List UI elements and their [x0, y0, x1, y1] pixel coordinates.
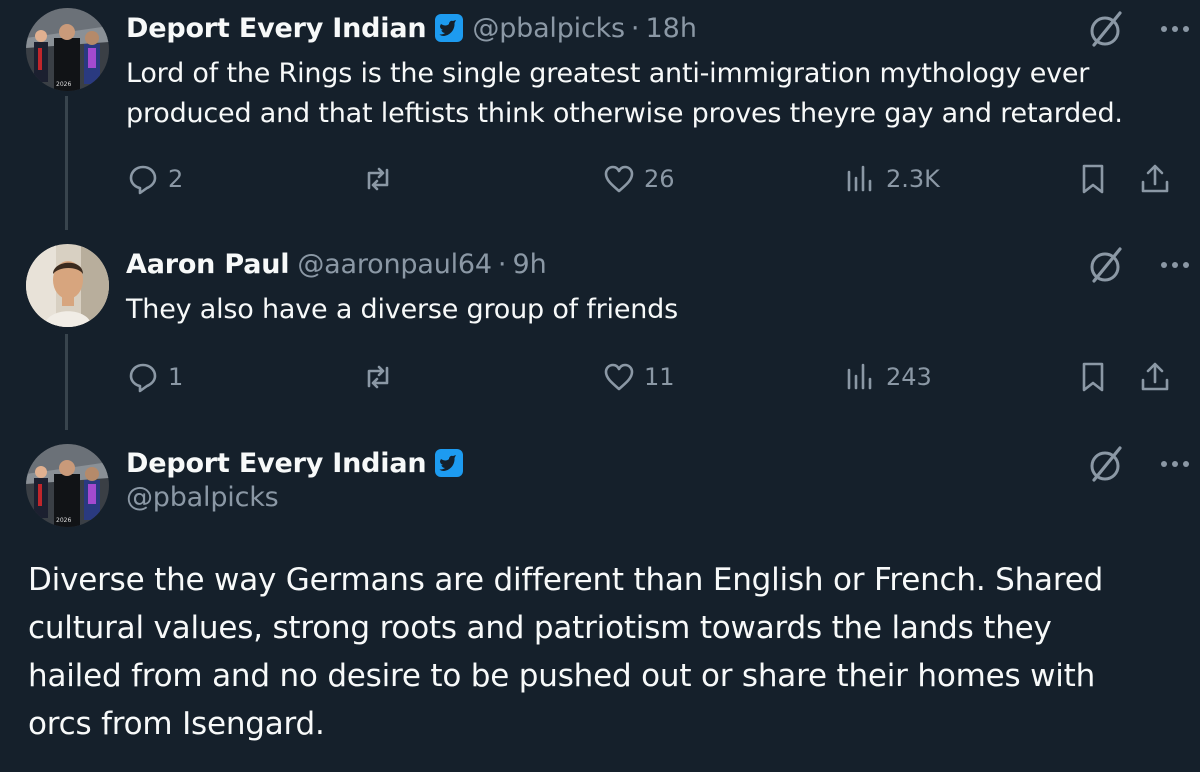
- reply-count: 1: [168, 363, 184, 391]
- bookmark-button[interactable]: [1076, 357, 1110, 397]
- verified-badge-icon[interactable]: [434, 13, 464, 43]
- share-button[interactable]: [1138, 357, 1172, 397]
- tweet-text-line: Diverse the way Germans are different th…: [28, 562, 1104, 598]
- author-name[interactable]: Deport Every Indian: [126, 448, 427, 479]
- reply-count: 2: [168, 165, 184, 193]
- reply-bubble-icon: [129, 363, 157, 393]
- view-count: 2.3K: [886, 165, 940, 193]
- main-tweet-top-icons: [1086, 443, 1192, 489]
- main-tweet-header: Deport Every Indian: [126, 443, 464, 483]
- tweet-2-header: Aaron Paul @aaronpaul64 · 9h: [126, 244, 547, 284]
- share-button[interactable]: [1138, 159, 1172, 199]
- bookmark-icon: [1082, 362, 1104, 392]
- like-count: 11: [644, 363, 675, 391]
- tweet-2-text: They also have a diverse group of friend…: [126, 290, 678, 330]
- tweet-2-action-bar: 1 11 243: [126, 357, 1176, 397]
- grok-icon[interactable]: [1086, 244, 1128, 290]
- tweet-1-top-icons: [1086, 8, 1192, 54]
- grok-icon[interactable]: [1086, 8, 1128, 54]
- tweet-text-line: cultural values, strong roots and patrio…: [28, 610, 1052, 646]
- share-upload-icon: [1141, 362, 1169, 391]
- reply-button[interactable]: 1: [126, 357, 183, 397]
- tweet-text-line: produced and that leftists think otherwi…: [126, 98, 1123, 129]
- more-options-icon[interactable]: [1128, 12, 1192, 50]
- repost-icon: [367, 167, 389, 191]
- author-name[interactable]: Aaron Paul: [126, 249, 290, 280]
- views-button[interactable]: 2.3K: [844, 159, 940, 199]
- heart-icon: [604, 165, 634, 193]
- like-button[interactable]: 26: [602, 159, 675, 199]
- author-handle[interactable]: @pbalpicks: [126, 482, 279, 513]
- verified-badge-icon[interactable]: [434, 448, 464, 478]
- view-count: 243: [886, 363, 932, 391]
- reply-bubble-icon: [129, 165, 157, 195]
- tweet-timestamp[interactable]: 18h: [646, 13, 697, 44]
- tweet-timestamp[interactable]: 9h: [512, 249, 546, 280]
- bookmark-button[interactable]: [1076, 159, 1110, 199]
- thread-connector-line: [65, 96, 68, 230]
- tweet-text-line: Lord of the Rings is the single greatest…: [126, 58, 1090, 89]
- share-upload-icon: [1141, 164, 1169, 193]
- repost-icon: [367, 365, 389, 389]
- more-options-icon[interactable]: [1128, 447, 1192, 485]
- like-count: 26: [644, 165, 675, 193]
- tweet-1-text: Lord of the Rings is the single greatest…: [126, 54, 1123, 134]
- repost-button[interactable]: [361, 159, 403, 199]
- svg-text:2026: 2026: [56, 81, 71, 88]
- repost-button[interactable]: [361, 357, 403, 397]
- tweet-2-top-icons: [1086, 244, 1192, 290]
- author-name[interactable]: Deport Every Indian: [126, 13, 427, 44]
- views-button[interactable]: 243: [844, 357, 932, 397]
- tweet-1-header: Deport Every Indian @pbalpicks · 18h: [126, 8, 697, 48]
- avatar-pbalpicks[interactable]: 2026: [26, 444, 109, 527]
- svg-text:2026: 2026: [56, 517, 71, 524]
- more-options-icon[interactable]: [1128, 248, 1192, 286]
- like-button[interactable]: 11: [602, 357, 675, 397]
- views-bar-chart-icon: [847, 363, 872, 390]
- tweet-text-line: They also have a diverse group of friend…: [126, 294, 678, 325]
- grok-icon[interactable]: [1086, 443, 1128, 489]
- author-handle[interactable]: @aaronpaul64: [297, 249, 492, 280]
- tweet-text-line: orcs from Isengard.: [28, 706, 325, 742]
- reply-button[interactable]: 2: [126, 159, 183, 199]
- main-tweet-text: Diverse the way Germans are different th…: [28, 556, 1103, 748]
- avatar-pbalpicks[interactable]: 2026: [26, 8, 109, 91]
- views-bar-chart-icon: [847, 165, 872, 192]
- heart-icon: [604, 363, 634, 391]
- tweet-text-line: hailed from and no desire to be pushed o…: [28, 658, 1096, 694]
- tweet-1-action-bar: 2 26 2.3K: [126, 159, 1176, 199]
- separator-dot: ·: [630, 12, 640, 44]
- author-handle[interactable]: @pbalpicks: [472, 13, 625, 44]
- bookmark-icon: [1082, 164, 1104, 194]
- conversation-thread: 2026 Deport Every Indian @pbalpicks · 18…: [0, 0, 1200, 772]
- thread-connector-line: [65, 334, 68, 430]
- avatar-aaronpaul64[interactable]: [26, 244, 109, 327]
- separator-dot: ·: [497, 248, 507, 280]
